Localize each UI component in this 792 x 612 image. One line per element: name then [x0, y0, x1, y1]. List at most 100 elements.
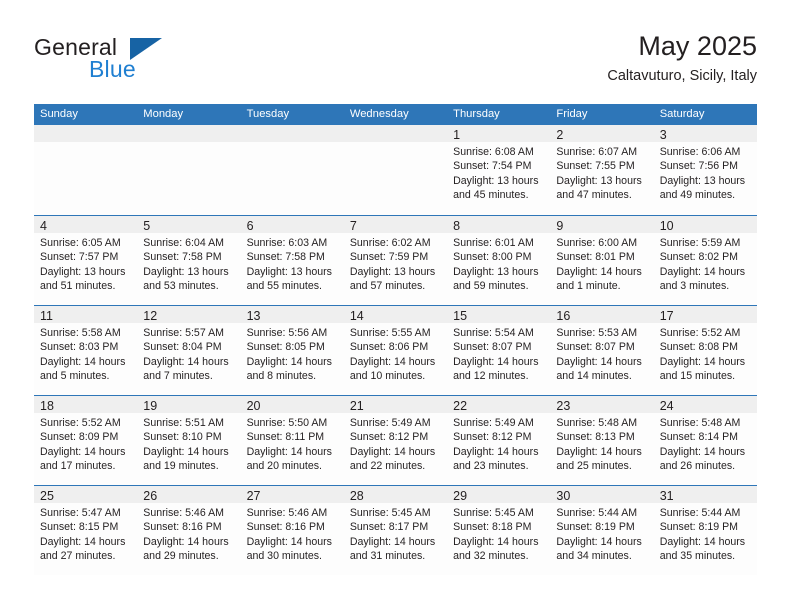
day-cell-inner: 25 Sunrise: 5:47 AM Sunset: 8:15 PM Dayligh…: [34, 485, 138, 575]
day-number: 16: [556, 309, 571, 323]
day-number: 22: [453, 399, 468, 413]
daylight-text-line1: Daylight: 14 hours: [349, 355, 436, 368]
day-cell-body: Sunrise: 5:46 AM Sunset: 8:16 PM Daylight:…: [241, 503, 344, 564]
sunset-text: Sunset: 8:18 PM: [453, 521, 532, 534]
calendar-day-cell[interactable]: 17 Sunrise: 5:52 AM Sunset: 8:08 PM Dayligh…: [653, 305, 757, 395]
calendar-day-cell[interactable]: 23 Sunrise: 5:48 AM Sunset: 8:13 PM Dayligh…: [550, 395, 654, 485]
sunrise-text: Sunrise: 5:47 AM: [40, 507, 121, 519]
calendar-day-cell[interactable]: 8 Sunrise: 6:01 AM Sunset: 8:00 PM Daylight…: [447, 215, 551, 305]
day-number-band: 20: [240, 396, 344, 413]
day-number: 6: [246, 219, 254, 233]
sunset-text: Sunset: 8:03 PM: [40, 341, 119, 354]
calendar-day-cell[interactable]: 10 Sunrise: 5:59 AM Sunset: 8:02 PM Dayligh…: [653, 215, 757, 305]
day-number: 18: [40, 399, 54, 413]
day-cell-inner: 21 Sunrise: 5:49 AM Sunset: 8:12 PM Dayligh…: [343, 395, 448, 485]
daylight-text-line2: and 3 minutes.: [659, 280, 730, 293]
calendar-day-cell[interactable]: 28 Sunrise: 5:45 AM Sunset: 8:17 PM Dayligh…: [343, 485, 448, 575]
daylight-text-line1: Daylight: 14 hours: [556, 535, 642, 548]
calendar-day-cell[interactable]: 27 Sunrise: 5:46 AM Sunset: 8:16 PM Dayligh…: [240, 485, 344, 575]
calendar-day-cell[interactable]: 18 Sunrise: 5:52 AM Sunset: 8:09 PM Dayligh…: [34, 395, 138, 485]
calendar-day-cell[interactable]: 4 Sunrise: 6:05 AM Sunset: 7:57 PM Daylight…: [34, 215, 138, 305]
daylight-text-line2: and 31 minutes.: [349, 550, 426, 563]
day-cell-body: Sunrise: 6:01 AM Sunset: 8:00 PM Daylight:…: [447, 233, 550, 294]
calendar-day-cell[interactable]: 9 Sunrise: 6:00 AM Sunset: 8:01 PM Daylight…: [550, 215, 654, 305]
day-number-band: 12: [137, 306, 241, 323]
calendar-day-cell[interactable]: 11 Sunrise: 5:58 AM Sunset: 8:03 PM Dayligh…: [34, 305, 138, 395]
day-cell-inner: 23 Sunrise: 5:48 AM Sunset: 8:13 PM Dayligh…: [550, 395, 654, 485]
day-cell-inner: 18 Sunrise: 5:52 AM Sunset: 8:09 PM Dayligh…: [34, 395, 138, 485]
daylight-text-line2: and 23 minutes.: [453, 460, 529, 473]
calendar-day-cell-empty: [343, 125, 448, 215]
sunrise-text: Sunrise: 5:44 AM: [659, 507, 741, 519]
calendar-day-cell[interactable]: 3 Sunrise: 6:06 AM Sunset: 7:56 PM Daylight…: [653, 125, 757, 215]
calendar-day-cell[interactable]: 21 Sunrise: 5:49 AM Sunset: 8:12 PM Dayligh…: [343, 395, 448, 485]
daylight-text-line1: Daylight: 14 hours: [349, 445, 436, 458]
sunrise-text: Sunrise: 5:48 AM: [659, 417, 741, 429]
calendar-day-cell[interactable]: 20 Sunrise: 5:50 AM Sunset: 8:11 PM Dayligh…: [240, 395, 344, 485]
day-cell-inner: 31 Sunrise: 5:44 AM Sunset: 8:19 PM Dayligh…: [653, 485, 757, 575]
sunset-text: Sunset: 8:12 PM: [453, 431, 532, 444]
sunset-text: Sunset: 8:08 PM: [659, 341, 739, 354]
sunset-text: Sunset: 7:58 PM: [143, 251, 222, 264]
sunrise-text: Sunrise: 5:45 AM: [349, 507, 431, 519]
sunset-text: Sunset: 8:19 PM: [556, 521, 635, 534]
day-cell-body: Sunrise: 5:58 AM Sunset: 8:03 PM Daylight:…: [34, 323, 137, 384]
daylight-text-line2: and 25 minutes.: [556, 460, 632, 473]
calendar-day-cell[interactable]: 30 Sunrise: 5:44 AM Sunset: 8:19 PM Dayligh…: [550, 485, 654, 575]
day-cell-body: Sunrise: 5:59 AM Sunset: 8:02 PM Daylight:…: [654, 233, 757, 294]
calendar-day-cell[interactable]: 12 Sunrise: 5:57 AM Sunset: 8:04 PM Dayligh…: [137, 305, 241, 395]
brand-logo[interactable]: General Blue: [34, 34, 214, 86]
calendar-day-cell[interactable]: 13 Sunrise: 5:56 AM Sunset: 8:05 PM Dayligh…: [240, 305, 344, 395]
calendar-day-cell[interactable]: 16 Sunrise: 5:53 AM Sunset: 8:07 PM Dayligh…: [550, 305, 654, 395]
daylight-text-line1: Daylight: 14 hours: [453, 535, 539, 548]
calendar-day-cell[interactable]: 19 Sunrise: 5:51 AM Sunset: 8:10 PM Dayligh…: [137, 395, 241, 485]
day-cell-body: Sunrise: 5:56 AM Sunset: 8:05 PM Daylight:…: [241, 323, 344, 384]
calendar-day-cell[interactable]: 5 Sunrise: 6:04 AM Sunset: 7:58 PM Daylight…: [137, 215, 241, 305]
sunrise-text: Sunrise: 5:57 AM: [143, 327, 224, 339]
calendar-day-cell[interactable]: 31 Sunrise: 5:44 AM Sunset: 8:19 PM Dayligh…: [653, 485, 757, 575]
page-header: General Blue May 2025 Caltavuturo, Sicil…: [0, 0, 792, 100]
calendar-day-cell[interactable]: 24 Sunrise: 5:48 AM Sunset: 8:14 PM Dayligh…: [653, 395, 757, 485]
calendar-table: Sunday Monday Tuesday Wednesday Thursday…: [34, 104, 757, 575]
day-cell-inner: 2 Sunrise: 6:07 AM Sunset: 7:55 PM Daylight…: [550, 125, 654, 215]
day-cell-body: Sunrise: 5:49 AM Sunset: 8:12 PM Daylight:…: [344, 413, 447, 474]
weekday-header-friday: Friday: [550, 104, 654, 125]
calendar-day-cell[interactable]: 29 Sunrise: 5:45 AM Sunset: 8:18 PM Dayligh…: [447, 485, 551, 575]
calendar-day-cell[interactable]: 2 Sunrise: 6:07 AM Sunset: 7:55 PM Daylight…: [550, 125, 654, 215]
day-cell-body: Sunrise: 5:47 AM Sunset: 8:15 PM Daylight:…: [34, 503, 137, 564]
day-number: 19: [143, 399, 158, 413]
sunset-text: Sunset: 7:58 PM: [246, 251, 325, 264]
sunset-text: Sunset: 8:16 PM: [143, 521, 222, 534]
calendar-day-cell[interactable]: 6 Sunrise: 6:03 AM Sunset: 7:58 PM Daylight…: [240, 215, 344, 305]
calendar-day-cell[interactable]: 22 Sunrise: 5:49 AM Sunset: 8:12 PM Dayligh…: [447, 395, 551, 485]
sunset-text: Sunset: 8:07 PM: [453, 341, 532, 354]
daylight-text-line2: and 10 minutes.: [349, 370, 426, 383]
day-cell-body: Sunrise: 6:03 AM Sunset: 7:58 PM Daylight:…: [241, 233, 344, 294]
calendar-day-cell[interactable]: 7 Sunrise: 6:02 AM Sunset: 7:59 PM Daylight…: [343, 215, 448, 305]
sunset-text: Sunset: 8:07 PM: [556, 341, 635, 354]
daylight-text-line1: Daylight: 13 hours: [40, 265, 126, 278]
daylight-text-line2: and 27 minutes.: [40, 550, 116, 563]
daylight-text-line1: Daylight: 14 hours: [556, 355, 642, 368]
day-number: 21: [349, 399, 364, 413]
calendar-day-cell[interactable]: 25 Sunrise: 5:47 AM Sunset: 8:15 PM Dayligh…: [34, 485, 138, 575]
day-number: 1: [453, 128, 461, 142]
day-cell-body: Sunrise: 5:55 AM Sunset: 8:06 PM Daylight:…: [344, 323, 447, 384]
calendar-day-cell[interactable]: 14 Sunrise: 5:55 AM Sunset: 8:06 PM Dayligh…: [343, 305, 448, 395]
day-cell-inner: 4 Sunrise: 6:05 AM Sunset: 7:57 PM Daylight…: [34, 215, 138, 305]
day-number: 12: [143, 309, 158, 323]
daylight-text-line1: Daylight: 14 hours: [659, 445, 746, 458]
daylight-text-line1: Daylight: 14 hours: [659, 355, 746, 368]
sunset-text: Sunset: 7:57 PM: [40, 251, 119, 264]
daylight-text-line2: and 7 minutes.: [143, 370, 213, 383]
calendar-day-cell[interactable]: 26 Sunrise: 5:46 AM Sunset: 8:16 PM Dayligh…: [137, 485, 241, 575]
calendar-day-cell[interactable]: 15 Sunrise: 5:54 AM Sunset: 8:07 PM Dayligh…: [447, 305, 551, 395]
daylight-text-line2: and 55 minutes.: [246, 280, 322, 293]
calendar-day-cell[interactable]: 1 Sunrise: 6:08 AM Sunset: 7:54 PM Daylight…: [447, 125, 551, 215]
day-cell-inner: 14 Sunrise: 5:55 AM Sunset: 8:06 PM Dayligh…: [343, 305, 448, 395]
sunrise-text: Sunrise: 6:08 AM: [453, 146, 534, 158]
daylight-text-line1: Daylight: 14 hours: [453, 355, 539, 368]
day-cell-inner: [240, 125, 344, 215]
sunrise-text: Sunrise: 5:52 AM: [659, 327, 741, 339]
day-number-band: 13: [240, 306, 344, 323]
